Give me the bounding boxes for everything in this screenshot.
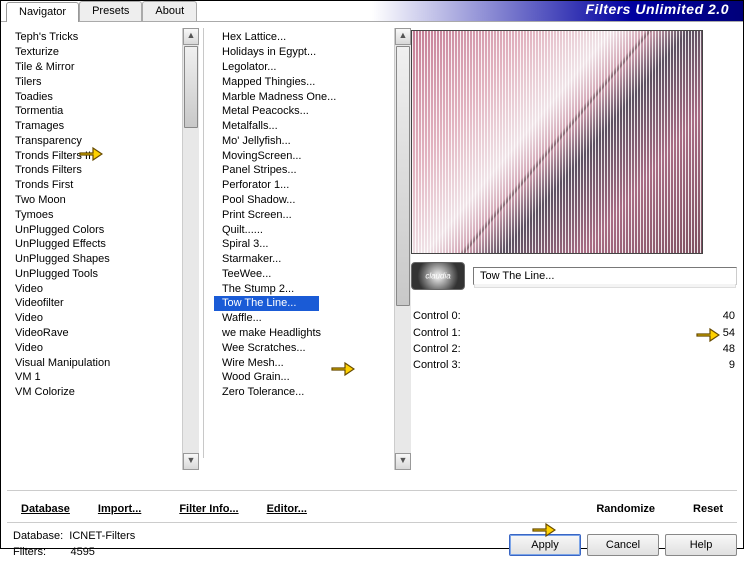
list-item[interactable]: Spiral 3... (214, 237, 394, 252)
control-row[interactable]: Control 0: 40 (411, 308, 737, 324)
list-item[interactable]: Video (7, 311, 182, 326)
list-item[interactable]: UnPlugged Effects (7, 237, 182, 252)
control-value: 48 (707, 343, 735, 355)
list-item[interactable]: Mo' Jellyfish... (214, 133, 394, 148)
help-button[interactable]: Help (665, 534, 737, 556)
list-item[interactable]: UnPlugged Shapes (7, 252, 182, 267)
list-item[interactable]: Waffle... (214, 311, 394, 326)
list-item[interactable]: Texturize (7, 45, 182, 60)
list-item[interactable]: Wood Grain... (214, 370, 394, 385)
filter-name-display: Tow The Line... (473, 267, 737, 285)
list-item[interactable]: The Stump 2... (214, 281, 394, 296)
import-link[interactable]: Import... (84, 501, 155, 517)
list-item[interactable]: Pool Shadow... (214, 193, 394, 208)
list-item[interactable]: Mapped Thingies... (214, 74, 394, 89)
list-item[interactable]: UnPlugged Colors (7, 222, 182, 237)
list-item[interactable]: Tronds Filters (7, 163, 182, 178)
reset-link[interactable]: Reset (679, 501, 737, 517)
list-item[interactable]: Legolator... (214, 60, 394, 75)
list-item[interactable]: we make Headlights (214, 326, 394, 341)
vertical-divider (203, 28, 204, 458)
filter-info-link[interactable]: Filter Info... (165, 501, 252, 517)
editor-link[interactable]: Editor... (253, 501, 321, 517)
control-value: 40 (707, 310, 735, 322)
list-item[interactable]: Panel Stripes... (214, 163, 394, 178)
list-item[interactable]: Transparency (7, 133, 182, 148)
list-item[interactable]: Teph's Tricks (7, 30, 182, 45)
list-item[interactable]: Zero Tolerance... (214, 385, 394, 400)
scroll-down-icon[interactable]: ▼ (183, 453, 199, 470)
tab-about[interactable]: About (142, 1, 197, 21)
list-item[interactable]: Perforator 1... (214, 178, 394, 193)
list-item[interactable]: Quilt...... (214, 222, 394, 237)
list-item[interactable]: Holidays in Egypt... (214, 45, 394, 60)
preview-image (411, 30, 703, 254)
status-text: Database: ICNET-Filters Filters: 4595 (7, 529, 135, 561)
list-item[interactable]: Metalfalls... (214, 119, 394, 134)
control-label: Control 2: (413, 343, 461, 355)
tab-presets[interactable]: Presets (79, 1, 142, 21)
list-item[interactable]: Toadies (7, 89, 182, 104)
list-item[interactable]: MovingScreen... (214, 148, 394, 163)
list-item[interactable]: Tronds Filters II (7, 148, 182, 163)
list-item[interactable]: VideoRave (7, 326, 182, 341)
logo-eye: claudia (411, 262, 465, 290)
control-label: Control 0: (413, 310, 461, 322)
control-row[interactable]: Control 2: 48 (411, 341, 737, 357)
list-item[interactable]: Video (7, 340, 182, 355)
control-value: 9 (707, 359, 735, 371)
list-item[interactable]: Hex Lattice... (214, 30, 394, 45)
list-item[interactable]: Metal Peacocks... (214, 104, 394, 119)
list-item[interactable]: Tormentia (7, 104, 182, 119)
list-item[interactable]: Starmaker... (214, 252, 394, 267)
list-item[interactable]: Print Screen... (214, 207, 394, 222)
randomize-link[interactable]: Randomize (582, 501, 669, 517)
list-item[interactable]: Two Moon (7, 193, 182, 208)
scroll-up-icon[interactable]: ▲ (183, 28, 199, 45)
category-list[interactable]: Teph's TricksTexturizeTile & MirrorTiler… (7, 28, 182, 470)
scroll-up-icon[interactable]: ▲ (395, 28, 411, 45)
control-value: 54 (707, 327, 735, 339)
list-item[interactable]: Tow The Line... (214, 296, 319, 311)
list-item[interactable]: Video (7, 281, 182, 296)
tab-navigator[interactable]: Navigator (6, 2, 79, 22)
scroll-down-icon[interactable]: ▼ (395, 453, 411, 470)
list-item[interactable]: Videofilter (7, 296, 182, 311)
list-item[interactable]: VM 1 (7, 370, 182, 385)
list-item[interactable]: Wire Mesh... (214, 355, 394, 370)
list-item[interactable]: UnPlugged Tools (7, 267, 182, 282)
control-label: Control 3: (413, 359, 461, 371)
control-row[interactable]: Control 1: 54 (411, 324, 737, 340)
list-item[interactable]: Visual Manipulation (7, 355, 182, 370)
list-item[interactable]: Marble Madness One... (214, 89, 394, 104)
control-label: Control 1: (413, 327, 461, 339)
list-item[interactable]: Tile & Mirror (7, 60, 182, 75)
list-item[interactable]: Tramages (7, 119, 182, 134)
list-item[interactable]: Wee Scratches... (214, 340, 394, 355)
link-bar: Database Import... Filter Info... Editor… (7, 490, 737, 517)
database-link[interactable]: Database (7, 501, 84, 517)
category-scrollbar[interactable]: ▲ ▼ (182, 28, 199, 470)
app-title: Filters Unlimited 2.0 (585, 1, 729, 17)
list-item[interactable]: Tronds First (7, 178, 182, 193)
filter-scrollbar[interactable]: ▲ ▼ (394, 28, 411, 470)
apply-button[interactable]: Apply (509, 534, 581, 556)
filter-list[interactable]: Hex Lattice...Holidays in Egypt...Legola… (214, 28, 394, 470)
controls-panel: Control 0:40Control 1:54Control 2:48Cont… (411, 308, 737, 374)
list-item[interactable]: TeeWee... (214, 267, 394, 282)
list-item[interactable]: Tilers (7, 74, 182, 89)
list-item[interactable]: VM Colorize (7, 385, 182, 400)
list-item[interactable]: Tymoes (7, 207, 182, 222)
cancel-button[interactable]: Cancel (587, 534, 659, 556)
control-row[interactable]: Control 3: 9 (411, 357, 737, 373)
scroll-thumb[interactable] (396, 46, 410, 306)
scroll-thumb[interactable] (184, 46, 198, 128)
